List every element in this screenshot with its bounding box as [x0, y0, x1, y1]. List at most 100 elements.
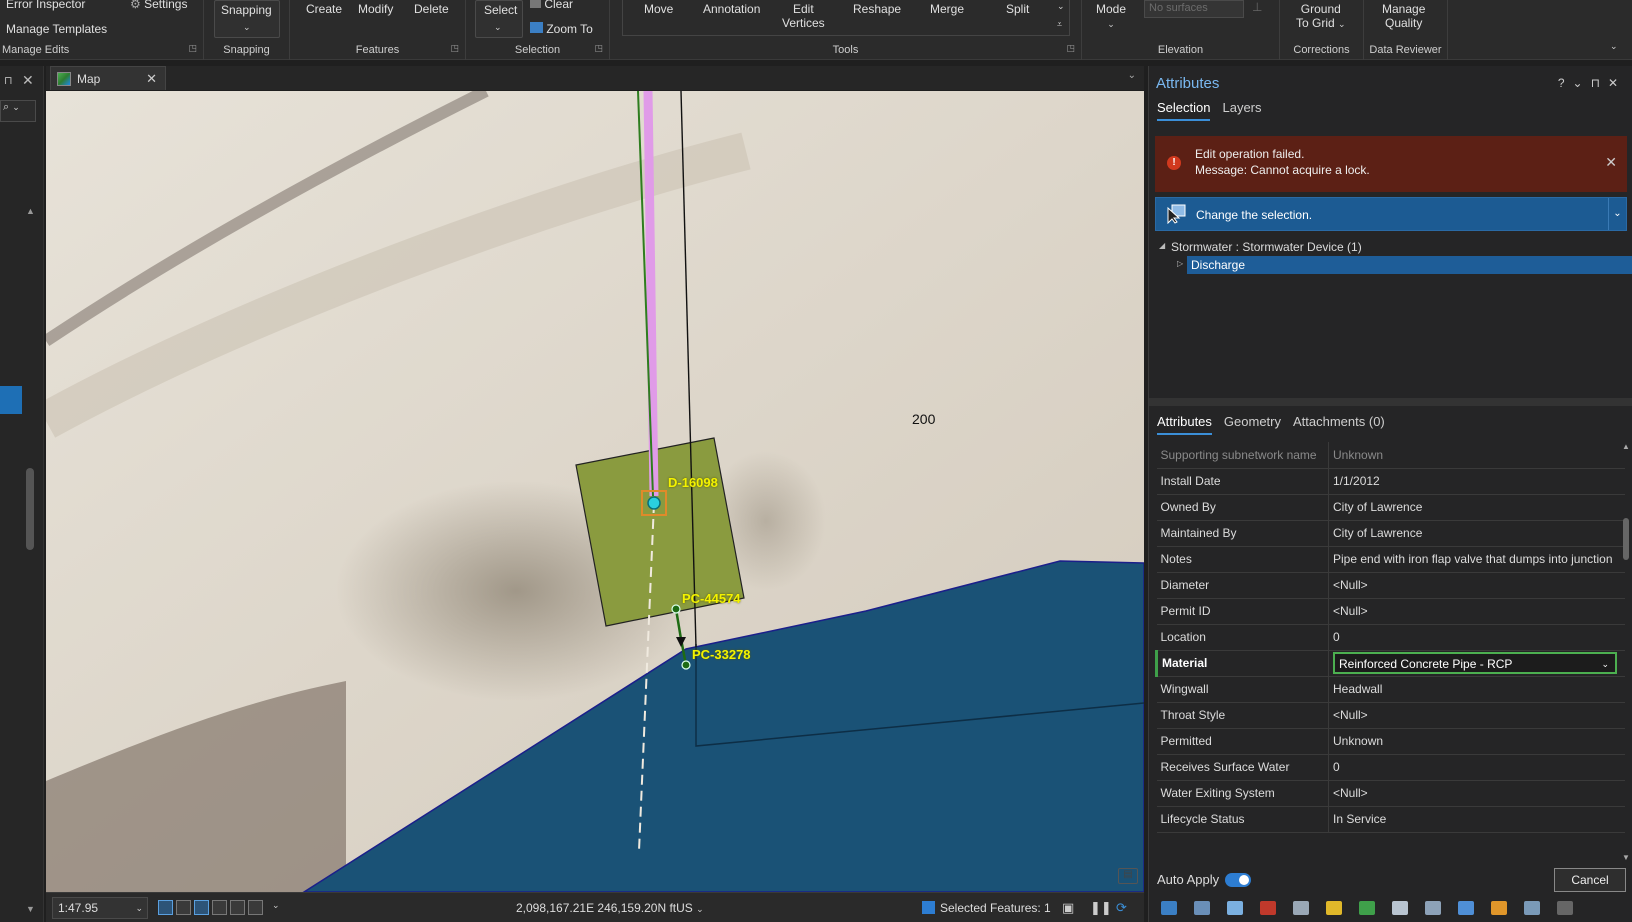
tab-map[interactable]: Map ✕: [50, 66, 166, 90]
hierarchy-icon[interactable]: [1161, 901, 1177, 915]
settings-button[interactable]: ⚙ Settings: [130, 0, 187, 11]
selected-point[interactable]: [647, 496, 661, 510]
attribute-scrollbar[interactable]: ▲ ▼: [1622, 442, 1630, 862]
field-value[interactable]: City of Lawrence: [1328, 520, 1625, 547]
chevron-down-icon[interactable]: ⌄: [272, 900, 280, 911]
field-value[interactable]: 0: [1328, 624, 1625, 651]
table-row[interactable]: Throat Style <Null>: [1156, 702, 1625, 729]
tab-attachments[interactable]: Attachments (0): [1293, 414, 1385, 435]
scrollbar-thumb[interactable]: [26, 468, 34, 550]
grid-snap-icon[interactable]: [176, 900, 191, 915]
table-row[interactable]: Permit ID <Null>: [1156, 598, 1625, 625]
tab-selection[interactable]: Selection: [1157, 100, 1211, 121]
table-row[interactable]: Lifecycle Status In Service: [1156, 806, 1625, 833]
manage-templates-button[interactable]: Manage Templates: [6, 22, 107, 36]
scale-dropdown[interactable]: 1:47.95 ⌄: [52, 897, 148, 919]
vertex-point[interactable]: [681, 660, 691, 670]
table-row[interactable]: Owned By City of Lawrence: [1156, 494, 1625, 521]
table-row[interactable]: Material Reinforced Concrete Pipe - RCP ⌄: [1155, 650, 1625, 677]
tree-node-stormwater-device[interactable]: ◢ Stormwater : Stormwater Device (1): [1155, 238, 1632, 256]
ground-to-grid-button[interactable]: Ground To Grid ⌄: [1296, 2, 1346, 31]
surfaces-dropdown[interactable]: No surfaces: [1144, 0, 1244, 18]
edit-icon[interactable]: [1227, 901, 1243, 915]
field-value[interactable]: In Service: [1328, 806, 1625, 833]
constraint-icon[interactable]: [212, 900, 227, 915]
table-row[interactable]: Maintained By City of Lawrence: [1156, 520, 1625, 547]
scroll-down-icon[interactable]: ▼: [26, 904, 35, 914]
overflow-icon[interactable]: [1557, 901, 1573, 915]
scrollbar-thumb[interactable]: [1623, 518, 1629, 560]
field-value[interactable]: <Null>: [1328, 702, 1625, 729]
tab-attributes[interactable]: Attributes: [1157, 414, 1212, 435]
correction-icon[interactable]: [230, 900, 245, 915]
annotation-button[interactable]: Annotation: [703, 2, 760, 16]
toolbox-icon[interactable]: [1260, 901, 1276, 915]
field-value[interactable]: <Null>: [1328, 572, 1625, 599]
clear-button[interactable]: Clear: [530, 0, 573, 11]
material-dropdown[interactable]: Reinforced Concrete Pipe - RCP ⌄: [1333, 652, 1617, 674]
merge-button[interactable]: Merge: [930, 2, 964, 16]
help-icon[interactable]: ?: [1558, 76, 1573, 90]
table-row[interactable]: Receives Surface Water 0: [1156, 754, 1625, 781]
pencil-icon[interactable]: [1293, 901, 1309, 915]
error-inspector-button[interactable]: Error Inspector: [6, 0, 85, 11]
chevron-down-icon[interactable]: ⌄: [1128, 70, 1136, 81]
modify-button[interactable]: Modify: [358, 2, 393, 16]
split-button[interactable]: Split: [1006, 2, 1029, 16]
dialog-launcher-icon[interactable]: ◳: [1066, 43, 1075, 54]
close-icon[interactable]: ✕: [1605, 154, 1617, 171]
grid-icon[interactable]: [158, 900, 173, 915]
pin-icon[interactable]: ⊓: [1591, 76, 1608, 90]
table-icon[interactable]: ▤: [1118, 868, 1138, 884]
mode-button[interactable]: Mode ⌄: [1096, 2, 1126, 31]
collapse-triangle-icon[interactable]: ◢: [1159, 241, 1165, 250]
snapping-icon[interactable]: [194, 900, 209, 915]
table-row[interactable]: Location 0: [1156, 624, 1625, 651]
table-icon[interactable]: [1194, 901, 1210, 915]
dialog-launcher-icon[interactable]: ◳: [450, 43, 459, 54]
delete-button[interactable]: Delete: [414, 2, 449, 16]
search-dropdown[interactable]: ⌕ ⌄: [0, 100, 36, 122]
create-button[interactable]: Create: [306, 2, 342, 16]
layer-icon[interactable]: [1326, 901, 1342, 915]
coordinate-readout[interactable]: 2,098,167.21E 246,159.20N ftUS ⌄: [516, 901, 704, 915]
table-row[interactable]: Diameter <Null>: [1156, 572, 1625, 599]
pin-icon[interactable]: ⊓: [4, 74, 13, 87]
cancel-button[interactable]: Cancel: [1554, 868, 1626, 892]
select-button[interactable]: Select ⌄: [475, 0, 523, 38]
dialog-launcher-icon[interactable]: ◳: [594, 43, 603, 54]
reshape-button[interactable]: Reshape: [853, 2, 901, 16]
selected-item-marker[interactable]: [0, 386, 22, 414]
selected-features-indicator[interactable]: Selected Features: 1: [922, 901, 1051, 915]
table-row[interactable]: Install Date 1/1/2012: [1156, 468, 1625, 495]
field-value[interactable]: Unknown: [1328, 728, 1625, 755]
change-selection-dropdown[interactable]: Change the selection. ⌄: [1155, 197, 1627, 231]
table-row[interactable]: Wingwall Headwall: [1156, 676, 1625, 703]
tree-node-discharge[interactable]: ▷ Discharge: [1155, 256, 1632, 274]
vertex-point[interactable]: [671, 604, 681, 614]
rotation-icon[interactable]: [248, 900, 263, 915]
chevron-down-icon[interactable]: ⌄: [1573, 76, 1591, 90]
field-value[interactable]: <Null>: [1328, 780, 1625, 807]
tab-geometry[interactable]: Geometry: [1224, 414, 1281, 435]
scroll-up-icon[interactable]: ▲: [26, 206, 35, 216]
copy-icon[interactable]: [1458, 901, 1474, 915]
expand-triangle-icon[interactable]: ▷: [1177, 259, 1183, 268]
refresh-icon[interactable]: ⟳: [1116, 900, 1127, 916]
arrow-right-icon[interactable]: [1359, 901, 1375, 915]
scroll-down-icon[interactable]: ▼: [1622, 853, 1630, 862]
gallery-expand-icon[interactable]: ⩡: [1057, 16, 1062, 31]
table-row[interactable]: Notes Pipe end with iron flap valve that …: [1156, 546, 1625, 573]
binoculars-icon[interactable]: [1392, 901, 1408, 915]
move-button[interactable]: Move: [644, 2, 673, 16]
filter-icon[interactable]: ▣: [1062, 900, 1074, 916]
field-value[interactable]: <Null>: [1328, 598, 1625, 625]
snapping-button[interactable]: Snapping ⌄: [214, 0, 280, 38]
scroll-up-icon[interactable]: ▲: [1622, 442, 1630, 451]
attribute-rules-icon[interactable]: [1491, 901, 1507, 915]
manage-quality-button[interactable]: Manage Quality: [1382, 2, 1425, 30]
field-value[interactable]: Unknown: [1328, 442, 1625, 469]
gear-icon[interactable]: [1425, 901, 1441, 915]
zoom-to-button[interactable]: Zoom To: [530, 22, 593, 36]
table-row[interactable]: Water Exiting System <Null>: [1156, 780, 1625, 807]
